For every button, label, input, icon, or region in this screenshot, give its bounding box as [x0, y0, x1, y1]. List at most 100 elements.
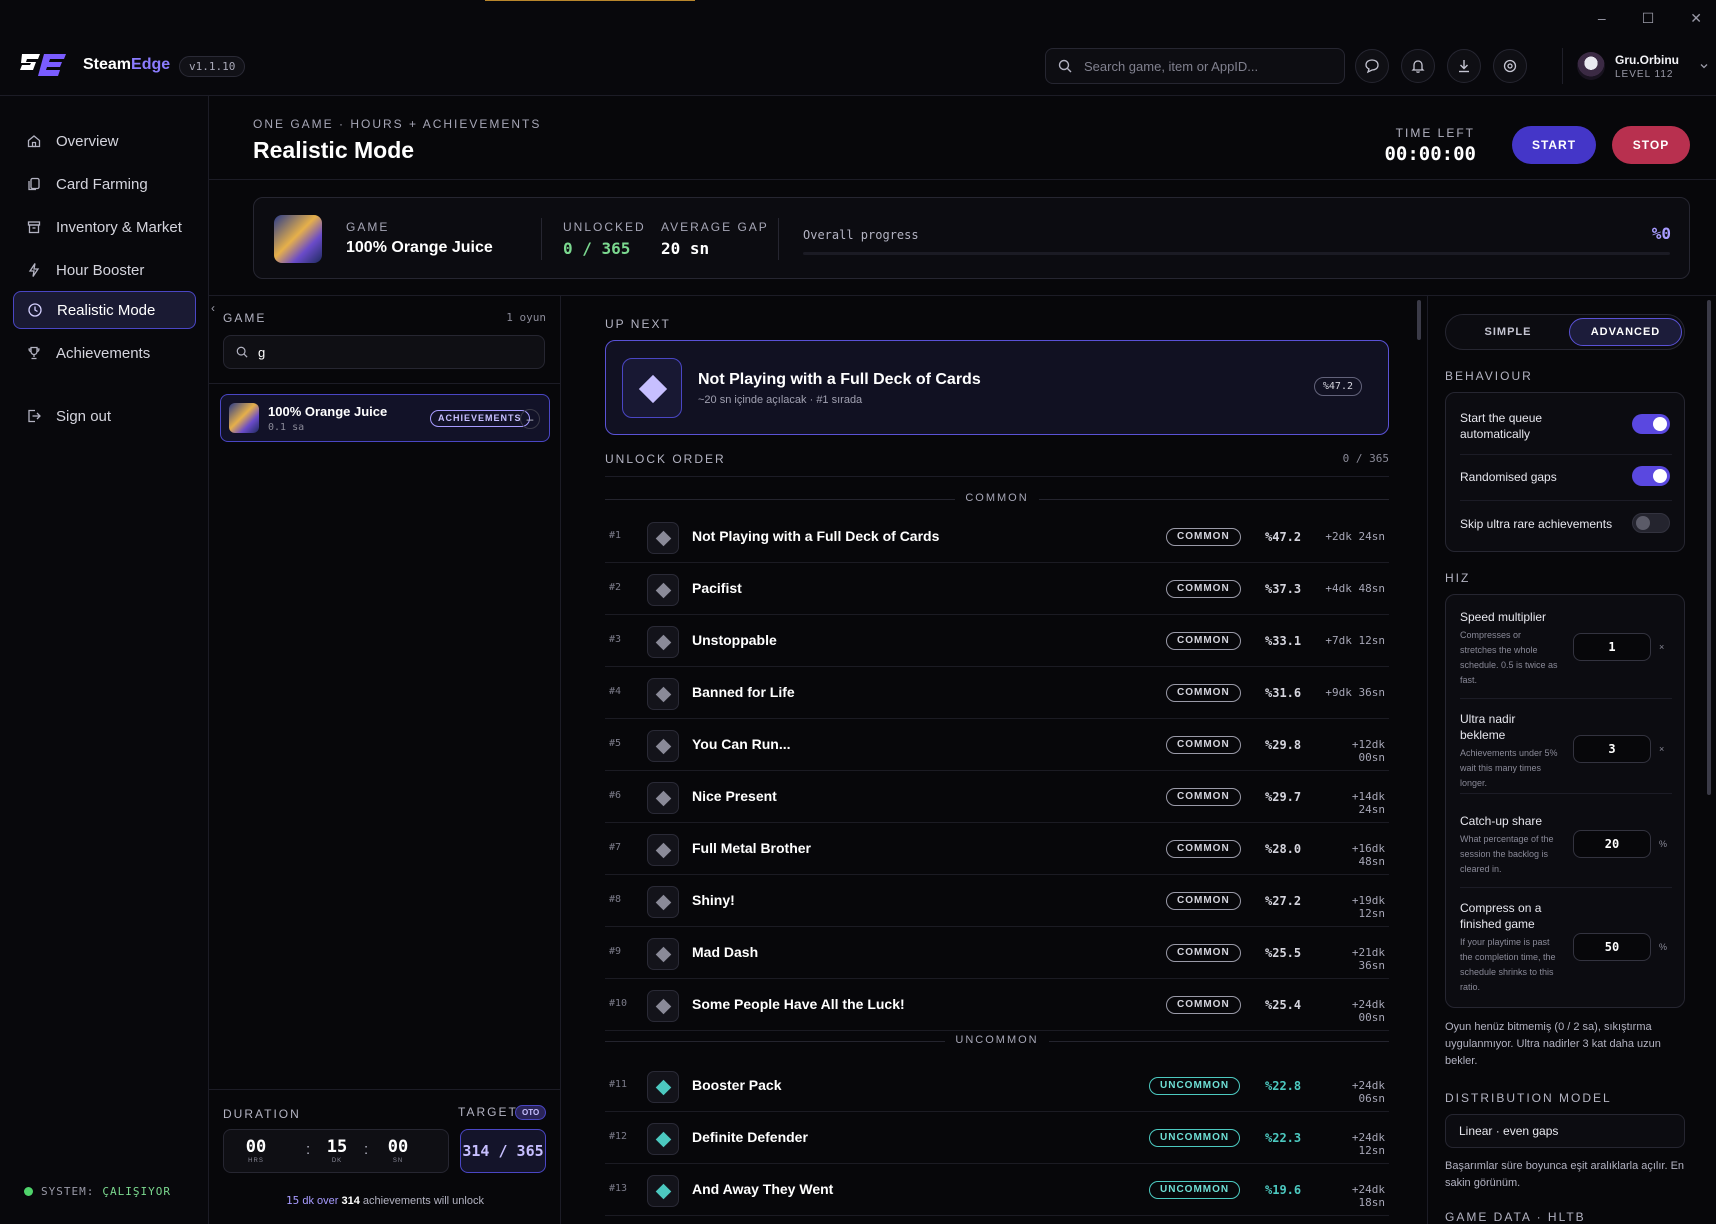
duration-input[interactable]: 00 HRS : 15 DK : 00 SN	[223, 1129, 449, 1173]
advanced-tab[interactable]: ADVANCED	[1569, 318, 1682, 346]
achievement-row[interactable]: #3 Unstoppable COMMON %33.1 +7dk 12sn	[605, 615, 1389, 667]
toggle-label: Start the queue automatically	[1460, 411, 1543, 441]
achievement-title: Definite Defender	[692, 1129, 808, 1145]
achievement-gap: +4dk 48sn	[1325, 582, 1385, 595]
section-label: UNCOMMON	[605, 1034, 1389, 1046]
achievement-title: Mad Dash	[692, 944, 759, 960]
auto-target-badge[interactable]: OTO	[515, 1105, 547, 1120]
minimize-icon[interactable]: –	[1598, 10, 1606, 27]
sidebar-item-realistic-mode[interactable]: Realistic Mode	[13, 291, 196, 329]
achievement-row[interactable]: #1 Not Playing with a Full Deck of Cards C…	[605, 511, 1389, 563]
settings-button[interactable]	[1493, 49, 1527, 83]
achievement-gap: +24dk 18sn	[1351, 1183, 1385, 1209]
game-search[interactable]	[223, 335, 545, 369]
achievement-row[interactable]: #11 Booster Pack UNCOMMON %22.8 +24dk 06sn	[605, 1060, 1389, 1112]
skip-ultra-rare-toggle[interactable]	[1632, 513, 1670, 533]
download-button[interactable]	[1447, 49, 1481, 83]
mode-switch: SIMPLE ADVANCED	[1445, 314, 1685, 350]
sidebar-item-label: Hour Booster	[56, 261, 145, 279]
page-title: Realistic Mode	[253, 137, 415, 163]
brand-a: Steam	[83, 56, 132, 73]
achievement-gap: +2dk 24sn	[1325, 530, 1385, 543]
hours-field[interactable]: 00 HRS	[236, 1137, 276, 1164]
achievement-title: Nice Present	[692, 788, 777, 804]
system-label: SYSTEM:	[41, 1185, 95, 1198]
global-search[interactable]	[1045, 48, 1345, 84]
compress-desc: If your playtime is past the completion …	[1460, 937, 1556, 992]
chat-button[interactable]	[1355, 49, 1389, 83]
scrollbar[interactable]	[1707, 300, 1711, 795]
achievement-row[interactable]: #8 Shiny! COMMON %27.2 +19dk 12sn	[605, 875, 1389, 927]
minutes-field[interactable]: 15 DK	[317, 1137, 357, 1164]
divider	[1460, 454, 1672, 455]
note-minutes: 15	[286, 1194, 300, 1207]
chat-icon	[1365, 59, 1379, 74]
achievement-icon	[647, 782, 679, 814]
achievement-gap: +24dk 06sn	[1351, 1079, 1385, 1105]
sidebar-item-label: Realistic Mode	[57, 301, 156, 319]
achievement-row[interactable]: #9 Mad Dash COMMON %25.5 +21dk 36sn	[605, 927, 1389, 979]
sidebar-item-achievements[interactable]: Achievements	[13, 334, 196, 372]
game-search-input[interactable]	[258, 344, 538, 360]
unit-label: ×	[1659, 642, 1665, 652]
maximize-icon[interactable]: ☐	[1642, 10, 1655, 27]
achievement-index: #3	[609, 634, 622, 645]
achievement-icon	[647, 626, 679, 658]
compress-finished-input[interactable]	[1573, 933, 1651, 961]
search-input[interactable]	[1084, 58, 1324, 74]
achievement-row[interactable]: #10 Some People Have All the Luck! COMMON%…	[605, 979, 1389, 1031]
stop-button[interactable]: STOP	[1612, 126, 1690, 164]
search-icon	[236, 346, 248, 358]
unlocked-label: UNLOCKED	[563, 220, 646, 234]
sidebar-item-inventory[interactable]: Inventory & Market	[13, 208, 196, 246]
achievement-title: Full Metal Brother	[692, 840, 812, 856]
seconds-field[interactable]: 00 SN	[378, 1137, 418, 1164]
game-item-hours: 0.1 sa	[268, 422, 305, 433]
up-next-subtitle: ~20 sn içinde açılacak · #1 sırada	[698, 394, 863, 406]
diamond-icon	[655, 582, 672, 599]
close-icon[interactable]: ✕	[1690, 10, 1702, 27]
sidebar-item-hour-booster[interactable]: Hour Booster	[13, 251, 196, 289]
window-controls: – ☐ ✕	[1598, 10, 1702, 27]
remove-game-button[interactable]: –	[520, 409, 540, 429]
notifications-button[interactable]	[1401, 49, 1435, 83]
time-left-label: TIME LEFT	[1395, 126, 1475, 140]
sidebar-item-card-farming[interactable]: Card Farming	[13, 165, 196, 203]
achievement-index: #10	[609, 998, 628, 1009]
sidebar-item-overview[interactable]: Overview	[13, 122, 196, 160]
time-separator: :	[306, 1141, 311, 1158]
logo-icon	[20, 54, 66, 76]
toggle-knob	[1653, 469, 1667, 483]
rarity-badge: COMMON	[1166, 632, 1241, 650]
achievement-gap: +24dk 00sn	[1351, 998, 1385, 1024]
speed-multiplier-input[interactable]	[1573, 633, 1651, 661]
auto-start-toggle[interactable]	[1632, 414, 1670, 434]
sign-out-button[interactable]: Sign out	[13, 397, 196, 435]
achievement-row[interactable]: #4 Banned for Life COMMON %31.6 +9dk 36sn	[605, 667, 1389, 719]
start-button[interactable]: START	[1512, 126, 1596, 164]
top-bar: – ☐ ✕ SteamEdge v1.1.10 Gru.Orb	[0, 0, 1716, 96]
unit-label: ×	[1659, 744, 1665, 754]
simple-tab[interactable]: SIMPLE	[1449, 318, 1567, 346]
distribution-select[interactable]: Linear · even gaps	[1445, 1114, 1685, 1148]
achievement-row[interactable]: #12 Definite Defender UNCOMMON %22.3 +24dk 1…	[605, 1112, 1389, 1164]
achievement-percent: %29.8	[1265, 738, 1302, 752]
average-gap-value: 20 sn	[661, 239, 710, 258]
speed-note: Oyun henüz bitmemiş (0 / 2 sa), sıkıştır…	[1445, 1021, 1661, 1067]
game-list-item[interactable]: 100% Orange Juice 0.1 sa ACHIEVEMENTS –	[220, 394, 550, 442]
diamond-icon	[655, 946, 672, 963]
user-menu[interactable]: Gru.Orbinu LEVEL 112	[1562, 48, 1709, 84]
achievement-row[interactable]: #5 You Can Run... COMMON %29.8 +12dk 00sn	[605, 719, 1389, 771]
ultra-rare-wait-input[interactable]	[1573, 735, 1651, 763]
note-count: 314	[341, 1195, 360, 1207]
achievement-row[interactable]: #7 Full Metal Brother COMMON %28.0 +16dk 48s…	[605, 823, 1389, 875]
rarity-badge: UNCOMMON	[1149, 1077, 1241, 1095]
target-input[interactable]: 314 / 365	[460, 1129, 546, 1173]
catch-up-share-input[interactable]	[1573, 830, 1651, 858]
randomised-gaps-toggle[interactable]	[1632, 466, 1670, 486]
overall-progress-bar	[803, 252, 1670, 255]
achievement-row[interactable]: #6 Nice Present COMMON %29.7 +14dk 24sn	[605, 771, 1389, 823]
achievement-row[interactable]: #2 Pacifist COMMON %37.3 +4dk 48sn	[605, 563, 1389, 615]
achievement-row[interactable]: #13 And Away They Went UNCOMMON %19.6 +24dk …	[605, 1164, 1389, 1216]
scrollbar[interactable]	[1417, 300, 1421, 340]
